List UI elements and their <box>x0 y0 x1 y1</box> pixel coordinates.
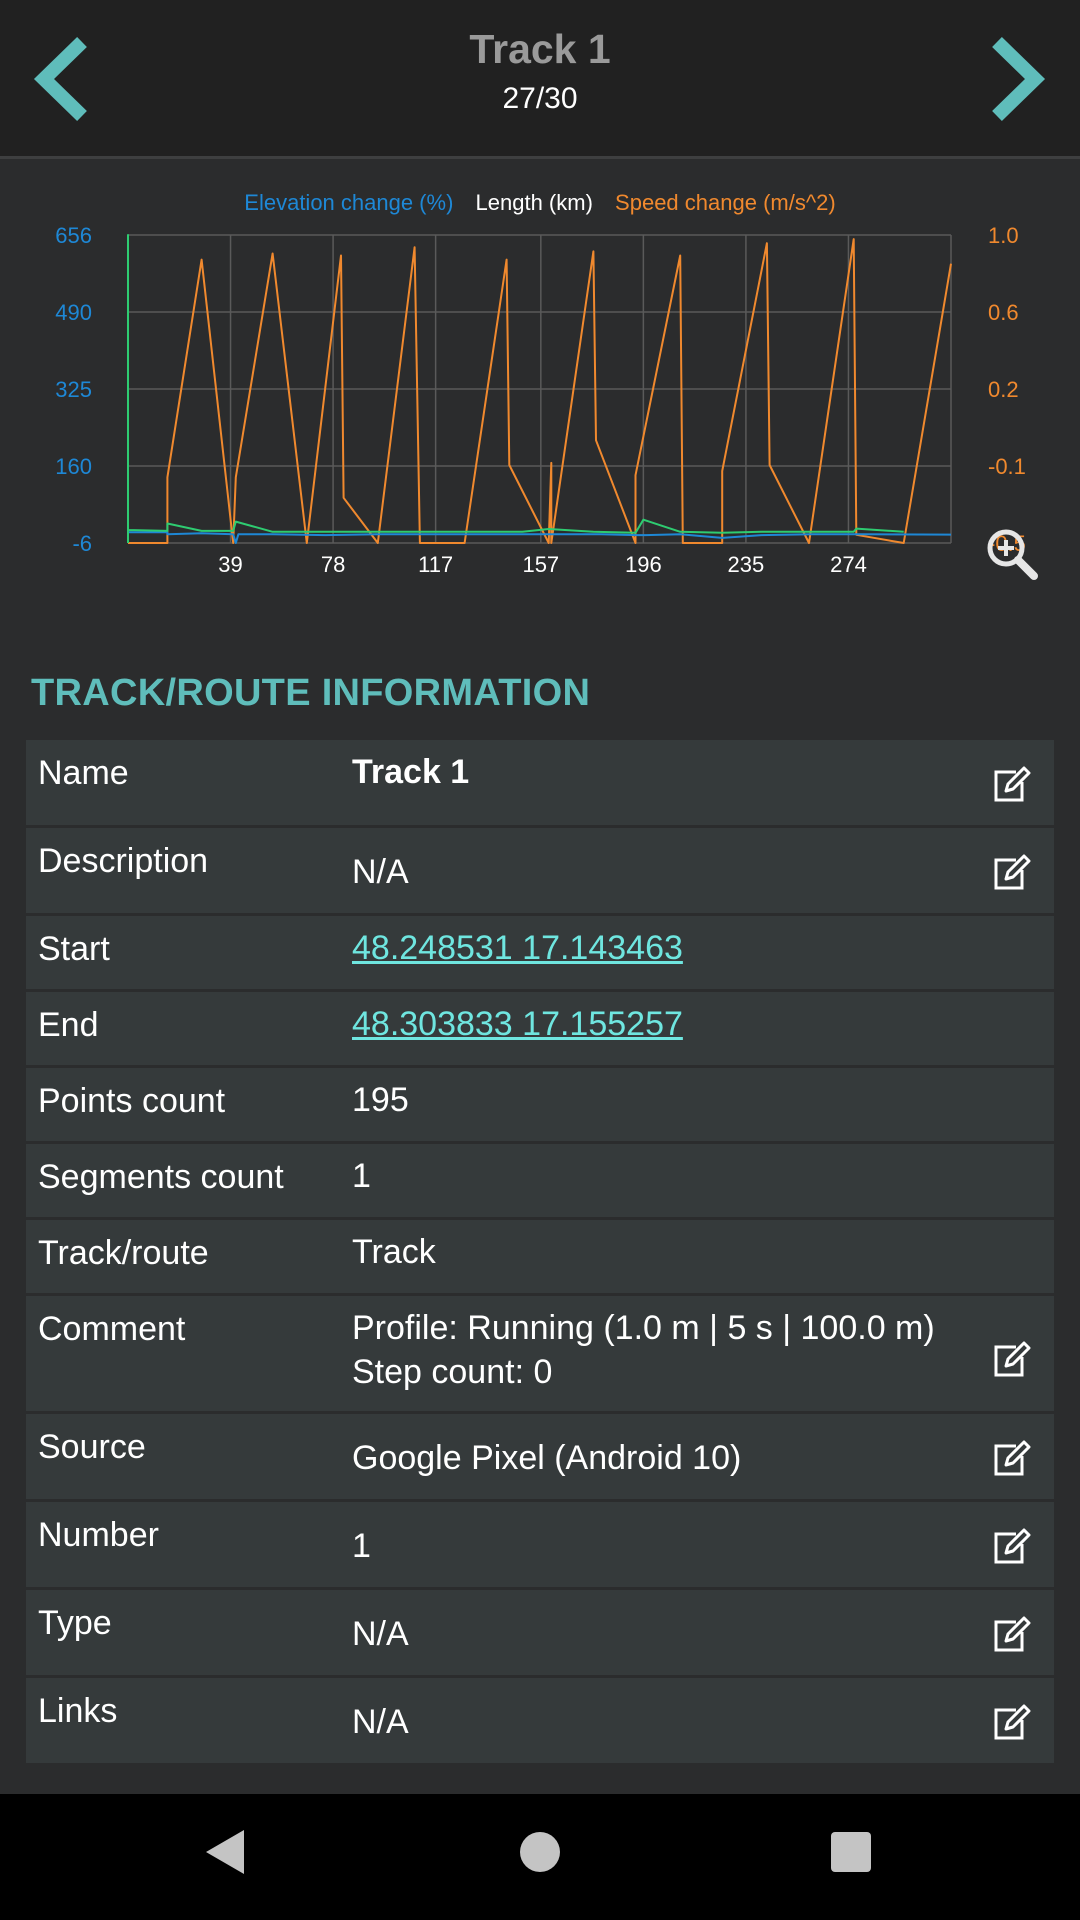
elevation-speed-chart[interactable]: 656490325160-61.00.60.2-0.1-0.5397811715… <box>0 160 1080 620</box>
y-left-tick-label: 325 <box>55 377 92 402</box>
info-value: N/A <box>352 853 409 891</box>
info-label: Start <box>38 930 110 968</box>
info-label: Number <box>38 1516 159 1554</box>
x-tick-label: 196 <box>625 552 662 577</box>
info-row-track-route: Track/route Track <box>26 1220 1054 1293</box>
info-label: Name <box>38 754 129 792</box>
info-label: Source <box>38 1428 146 1466</box>
info-value: 195 <box>352 1081 409 1119</box>
chart-area[interactable]: Elevation change (%) Length (km) Speed c… <box>0 160 1080 620</box>
zoom-in-icon[interactable] <box>984 526 1040 582</box>
series-line-elevation-change <box>128 531 952 544</box>
edit-icon[interactable] <box>990 852 1032 894</box>
edit-icon[interactable] <box>990 1702 1032 1744</box>
info-label: Track/route <box>38 1234 209 1272</box>
system-navigation-bar <box>0 1794 1080 1920</box>
y-left-tick-label: 490 <box>55 300 92 325</box>
info-row-source[interactable]: Source Google Pixel (Android 10) <box>26 1414 1054 1499</box>
info-label: Comment <box>38 1310 186 1348</box>
y-right-tick-label: 1.0 <box>988 223 1019 248</box>
info-row-end[interactable]: End 48.303833 17.155257 <box>26 992 1054 1065</box>
info-label: Description <box>38 842 209 880</box>
info-value: Track 1 <box>352 753 470 791</box>
info-value: Google Pixel (Android 10) <box>352 1439 742 1477</box>
info-label: Type <box>38 1604 112 1642</box>
info-value-line2: Step count: 0 <box>352 1353 553 1391</box>
section-title: TRACK/ROUTE INFORMATION <box>31 672 591 714</box>
info-value: 1 <box>352 1157 371 1195</box>
y-left-tick-label: -6 <box>72 531 92 556</box>
edit-icon[interactable] <box>990 1526 1032 1568</box>
info-row-segments-count: Segments count 1 <box>26 1144 1054 1217</box>
chevron-right-icon[interactable] <box>975 36 1055 122</box>
coordinate-link[interactable]: 48.303833 17.155257 <box>352 1002 683 1046</box>
recents-square-icon[interactable] <box>830 1831 872 1873</box>
info-value: Profile: Running (1.0 m | 5 s | 100.0 m) <box>352 1309 935 1347</box>
info-value: N/A <box>352 1615 409 1653</box>
edit-icon[interactable] <box>990 1614 1032 1656</box>
info-value: N/A <box>352 1703 409 1741</box>
info-label: Links <box>38 1692 118 1730</box>
y-right-tick-label: 0.2 <box>988 377 1019 402</box>
info-table: Name Track 1 Description N/A Start 48.248531 … <box>26 740 1054 1766</box>
track-counter: 27/30 <box>502 82 578 115</box>
info-value: Track <box>352 1233 436 1271</box>
page-title: Track 1 <box>469 26 611 72</box>
coordinate-link[interactable]: 48.248531 17.143463 <box>352 926 683 970</box>
series-line-speed-change-m-s-2 <box>128 238 952 544</box>
info-row-links[interactable]: Links N/A <box>26 1678 1054 1763</box>
x-tick-label: 39 <box>218 552 242 577</box>
info-row-comment[interactable]: Comment Profile: Running (1.0 m | 5 s | 1… <box>26 1296 1054 1411</box>
x-tick-label: 235 <box>728 552 765 577</box>
edit-icon[interactable] <box>990 1438 1032 1480</box>
y-right-tick-label: 0.6 <box>988 300 1019 325</box>
edit-icon[interactable] <box>990 764 1032 806</box>
back-triangle-icon[interactable] <box>202 1826 250 1878</box>
x-tick-label: 157 <box>522 552 559 577</box>
x-tick-label: 78 <box>321 552 345 577</box>
info-value: 1 <box>352 1527 371 1565</box>
top-bar: Track 1 27/30 <box>0 0 1080 159</box>
info-row-description[interactable]: Description N/A <box>26 828 1054 913</box>
info-row-type[interactable]: Type N/A <box>26 1590 1054 1675</box>
home-circle-icon[interactable] <box>518 1830 562 1874</box>
info-row-number[interactable]: Number 1 <box>26 1502 1054 1587</box>
edit-icon[interactable] <box>990 1339 1032 1381</box>
info-row-start[interactable]: Start 48.248531 17.143463 <box>26 916 1054 989</box>
info-label: End <box>38 1006 99 1044</box>
info-row-points-count: Points count 195 <box>26 1068 1054 1141</box>
info-row-name[interactable]: Name Track 1 <box>26 740 1054 825</box>
y-left-tick-label: 656 <box>55 223 92 248</box>
x-tick-label: 117 <box>418 552 453 577</box>
info-label: Points count <box>38 1082 226 1120</box>
x-tick-label: 274 <box>830 552 867 577</box>
y-right-tick-label: -0.1 <box>988 454 1026 479</box>
info-label: Segments count <box>38 1158 284 1196</box>
y-left-tick-label: 160 <box>55 454 92 479</box>
